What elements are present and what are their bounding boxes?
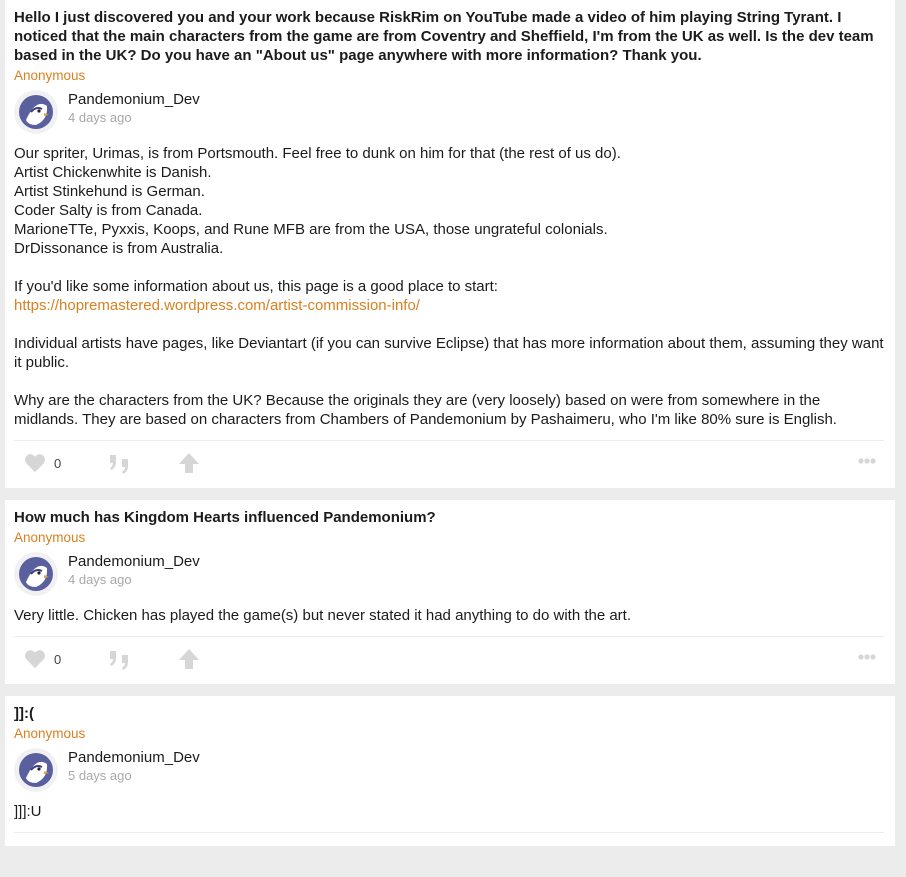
author-name[interactable]: Pandemonium_Dev: [68, 91, 200, 109]
answer-line: MarioneTTe, Pyxxis, Koops, and Rune MFB …: [14, 221, 608, 238]
reblog-icon[interactable]: [177, 648, 201, 670]
author-name[interactable]: Pandemonium_Dev: [68, 749, 200, 767]
reblog-icon[interactable]: [177, 452, 201, 474]
answer-line: Our spriter, Urimas, is from Portsmouth.…: [14, 145, 621, 162]
penguin-avatar-icon: [14, 90, 58, 134]
more-icon[interactable]: [858, 458, 876, 464]
answer-paragraph: ]]]:U: [14, 803, 42, 820]
question-text: ]]:(: [14, 705, 34, 722]
asker-name: Anonymous: [14, 726, 86, 741]
question-text: How much has Kingdom Hearts influenced P…: [14, 509, 436, 526]
post-timestamp[interactable]: 4 days ago: [68, 571, 200, 588]
penguin-avatar-icon: [14, 552, 58, 596]
more-icon[interactable]: [858, 654, 876, 660]
answer-line: Coder Salty is from Canada.: [14, 202, 203, 219]
author-row: Pandemonium_Dev 4 days ago: [14, 552, 884, 596]
action-bar: 0: [14, 636, 884, 681]
answer-line: Artist Stinkehund is German.: [14, 183, 205, 200]
answer-paragraph: Very little. Chicken has played the game…: [14, 607, 632, 624]
penguin-avatar-icon: [14, 748, 58, 792]
qa-card: Hello I just discovered you and your wor…: [5, 0, 895, 488]
like-count: 0: [54, 651, 62, 667]
qa-card: ]]:( Anonymous Pandemonium_Dev 5 days ag: [5, 696, 895, 846]
like-count: 0: [54, 455, 62, 471]
asker-name: Anonymous: [14, 68, 86, 83]
about-link[interactable]: https://hopremastered.wordpress.com/arti…: [14, 297, 420, 314]
author-name[interactable]: Pandemonium_Dev: [68, 553, 200, 571]
avatar[interactable]: [14, 90, 58, 134]
asker-name: Anonymous: [14, 530, 86, 545]
action-bar: 0: [14, 440, 884, 485]
avatar[interactable]: [14, 748, 58, 792]
answer-line: If you'd like some information about us,…: [14, 278, 498, 295]
question-text: Hello I just discovered you and your wor…: [14, 9, 874, 64]
post-timestamp[interactable]: 5 days ago: [68, 767, 200, 784]
answer-body: Our spriter, Urimas, is from Portsmouth.…: [14, 144, 884, 429]
qa-card: How much has Kingdom Hearts influenced P…: [5, 500, 895, 684]
answer-line: DrDissonance is from Australia.: [14, 240, 224, 257]
action-bar: [14, 832, 884, 877]
answer-paragraph: Individual artists have pages, like Devi…: [14, 335, 884, 371]
answer-paragraph: Why are the characters from the UK? Beca…: [14, 392, 837, 428]
author-row: Pandemonium_Dev 5 days ago: [14, 748, 884, 792]
post-timestamp[interactable]: 4 days ago: [68, 109, 200, 126]
reply-icon[interactable]: [107, 648, 133, 670]
answer-line: Artist Chickenwhite is Danish.: [14, 164, 212, 181]
avatar[interactable]: [14, 552, 58, 596]
answer-body: Very little. Chicken has played the game…: [14, 606, 884, 625]
heart-icon[interactable]: [24, 649, 46, 669]
heart-icon[interactable]: [24, 453, 46, 473]
answer-body: ]]]:U: [14, 802, 884, 821]
author-row: Pandemonium_Dev 4 days ago: [14, 90, 884, 134]
reply-icon[interactable]: [107, 452, 133, 474]
